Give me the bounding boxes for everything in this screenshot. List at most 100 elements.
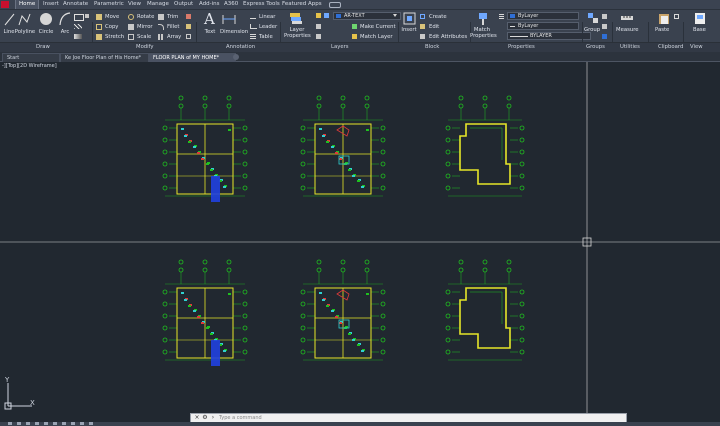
- group-button[interactable]: Group: [584, 27, 600, 33]
- move-icon[interactable]: [96, 14, 102, 20]
- tab-annotate[interactable]: Annotate: [63, 0, 88, 9]
- stretch-icon[interactable]: [96, 34, 102, 40]
- hatch-icon[interactable]: [74, 24, 82, 29]
- circle-button[interactable]: Circle: [37, 29, 55, 35]
- mirror-icon[interactable]: [128, 24, 134, 30]
- tab-express-tools[interactable]: Express Tools: [243, 0, 280, 9]
- panel-layers-label[interactable]: Layers: [331, 44, 349, 50]
- copy-clip-icon[interactable]: [674, 14, 679, 19]
- create-block-icon[interactable]: [420, 14, 425, 19]
- copy-icon[interactable]: [96, 24, 102, 30]
- status-toggle-icon[interactable]: [8, 422, 12, 425]
- dimension-button[interactable]: Dimension: [220, 29, 248, 35]
- erase-icon[interactable]: [186, 14, 191, 19]
- text-icon[interactable]: A: [204, 10, 215, 28]
- copy-button[interactable]: Copy: [105, 24, 118, 30]
- mirror-button[interactable]: Mirror: [137, 24, 153, 30]
- list-icon[interactable]: [499, 14, 504, 19]
- tab-manage[interactable]: Manage: [147, 0, 169, 9]
- panel-annotation-label[interactable]: Annotation: [226, 44, 255, 50]
- command-input[interactable]: Type a command: [219, 414, 262, 422]
- edit-attributes-button[interactable]: Edit Attributes: [429, 34, 467, 40]
- stretch-button[interactable]: Stretch: [105, 34, 124, 40]
- close-command-icon[interactable]: ×: [193, 414, 201, 422]
- layer-state-icon[interactable]: [316, 13, 321, 18]
- trim-button[interactable]: Trim: [167, 14, 178, 20]
- lineweight-dropdown[interactable]: BYLAYER: [507, 32, 591, 40]
- text-button[interactable]: Text: [203, 29, 217, 35]
- group-edit-icon[interactable]: [602, 24, 607, 29]
- base-button[interactable]: Base: [693, 27, 706, 33]
- panel-groups-label[interactable]: Groups: [586, 44, 605, 50]
- drawing-canvas[interactable]: [0, 62, 720, 414]
- make-current-button[interactable]: Make Current: [360, 24, 396, 30]
- leader-button[interactable]: Leader: [259, 24, 277, 30]
- tab-insert[interactable]: Insert: [43, 0, 59, 9]
- tab-output[interactable]: Output: [174, 0, 193, 9]
- circle-icon[interactable]: [39, 12, 53, 26]
- line-icon[interactable]: [4, 12, 15, 26]
- explode-icon[interactable]: [186, 24, 191, 29]
- doc-tab-ke-joe-floor-plan[interactable]: Ke Joe Floor Plan of His Home*: [60, 53, 150, 62]
- edit-attributes-icon[interactable]: [420, 34, 425, 39]
- viewport-controls-label[interactable]: -][Top][2D Wireframe]: [2, 63, 57, 69]
- panel-properties-label[interactable]: Properties: [508, 44, 535, 50]
- layer-off-icon[interactable]: [316, 24, 321, 29]
- linear-button[interactable]: Linear: [259, 14, 275, 20]
- scale-icon[interactable]: [128, 34, 134, 40]
- status-toggle-icon[interactable]: [44, 422, 48, 425]
- panel-utilities-label[interactable]: Utilities: [620, 44, 640, 50]
- panel-modify-label[interactable]: Modify: [136, 44, 154, 50]
- base-view-icon[interactable]: [694, 12, 706, 25]
- status-toggle-icon[interactable]: [35, 422, 39, 425]
- insert-button[interactable]: Insert: [401, 27, 417, 33]
- paste-icon[interactable]: [658, 12, 670, 25]
- match-layer-icon[interactable]: [352, 34, 357, 39]
- panel-block-label[interactable]: Block: [425, 44, 439, 50]
- doc-tab-floor-plan-my-home[interactable]: FLOOR PLAN of MY HOME*: [148, 53, 236, 62]
- linear-icon[interactable]: [250, 14, 256, 19]
- app-menu-icon[interactable]: [1, 1, 9, 8]
- make-current-icon[interactable]: [352, 24, 357, 29]
- layer-isolate-icon[interactable]: [316, 34, 321, 39]
- scale-button[interactable]: Scale: [137, 34, 151, 40]
- paste-button[interactable]: Paste: [655, 27, 669, 33]
- status-toggle-icon[interactable]: [17, 422, 21, 425]
- fillet-button[interactable]: Fillet: [167, 24, 179, 30]
- rotate-icon[interactable]: [128, 14, 134, 20]
- tab-parametric[interactable]: Parametric: [94, 0, 124, 9]
- array-button[interactable]: Array: [167, 34, 181, 40]
- status-toggle-icon[interactable]: [53, 422, 57, 425]
- panel-view-label[interactable]: View: [690, 44, 703, 50]
- draw-tools-icon[interactable]: [85, 14, 89, 18]
- arc-button[interactable]: Arc: [58, 29, 72, 35]
- offset-icon[interactable]: [186, 34, 191, 39]
- tab-add-ins[interactable]: Add-ins: [199, 0, 220, 9]
- dimension-icon[interactable]: [222, 13, 236, 25]
- arc-icon[interactable]: [59, 12, 71, 26]
- tab-featured-apps[interactable]: Featured Apps: [282, 0, 322, 9]
- measure-icon[interactable]: [620, 13, 634, 23]
- group-select-icon[interactable]: [602, 34, 607, 39]
- linetype-dropdown[interactable]: ByLayer: [507, 22, 579, 30]
- measure-button[interactable]: Measure: [616, 27, 639, 33]
- tab-home[interactable]: Home: [15, 0, 40, 9]
- layer-properties-button[interactable]: Layer Properties: [284, 27, 311, 39]
- group-icon[interactable]: [587, 12, 599, 25]
- match-properties-button[interactable]: Match Properties: [470, 27, 497, 39]
- fillet-icon[interactable]: [158, 24, 164, 30]
- panel-clipboard-label[interactable]: Clipboard: [658, 44, 683, 50]
- drawing-svg[interactable]: [0, 62, 720, 414]
- table-icon[interactable]: [250, 34, 256, 39]
- layer-dropdown-arrow-icon[interactable]: [393, 14, 397, 17]
- create-block-button[interactable]: Create: [429, 14, 447, 20]
- status-toggle-icon[interactable]: [80, 422, 84, 425]
- rectangle-icon[interactable]: [74, 14, 84, 21]
- tab-a360[interactable]: A360: [224, 0, 238, 9]
- leader-icon[interactable]: [250, 24, 257, 29]
- polyline-button[interactable]: Polyline: [14, 29, 36, 35]
- new-tab-icon[interactable]: [233, 54, 239, 60]
- array-icon[interactable]: [158, 34, 164, 40]
- match-layer-button[interactable]: Match Layer: [360, 34, 393, 40]
- status-toggle-icon[interactable]: [71, 422, 75, 425]
